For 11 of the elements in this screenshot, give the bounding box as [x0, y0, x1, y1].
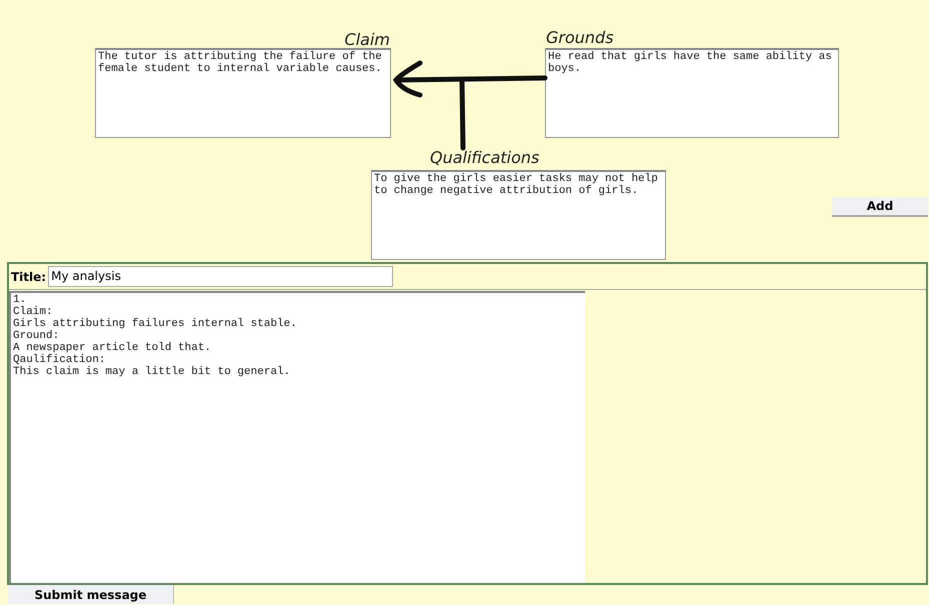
title-field[interactable]: My analysis — [48, 266, 394, 287]
analysis-text-area[interactable]: 1. Claim: Girls attributing failures internal stable. Ground: A newspaper article told that. Qaulification: This claim is may a little bit to general. — [9, 291, 585, 583]
claim-field[interactable]: The tutor is attributing the failure of the female student to internal variable causes. — [95, 48, 391, 138]
add-button[interactable]: Add — [832, 197, 928, 217]
claim-label: Claim — [344, 30, 390, 49]
qualifications-field[interactable]: To give the girls easier tasks may not help to change negative attribution of girls. — [371, 170, 666, 260]
grounds-label: Grounds — [546, 28, 614, 47]
qualifications-label: Qualifications — [430, 148, 540, 167]
submit-button[interactable]: Submit message — [8, 585, 174, 604]
title-label: Title: — [11, 270, 46, 284]
grounds-field[interactable]: He read that girls have the same ability as boys. — [545, 48, 839, 138]
